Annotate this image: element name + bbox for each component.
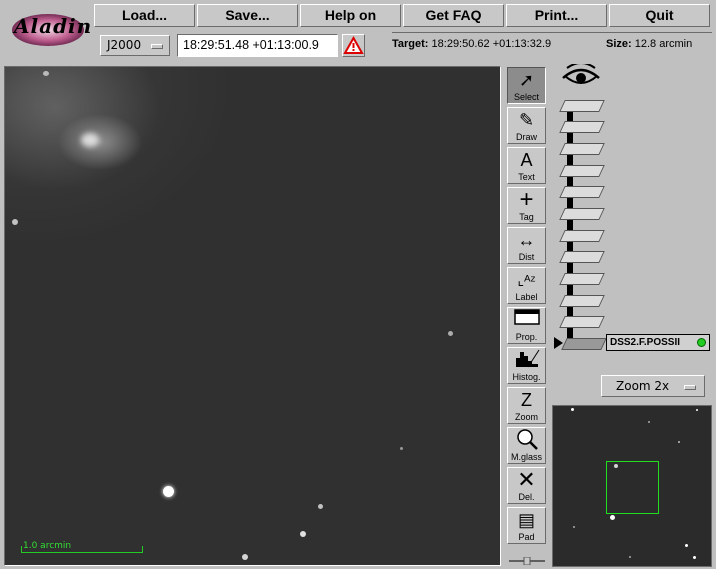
size-value: 12.8 arcmin (634, 38, 693, 50)
star (448, 331, 453, 336)
crosshair-icon: + (519, 186, 534, 213)
pad-tool[interactable]: ▤ Pad (507, 507, 546, 544)
transparency-slider[interactable] (509, 557, 545, 565)
star (318, 504, 323, 509)
zoom-overview[interactable] (552, 405, 712, 567)
distance-tool[interactable]: ↔ Dist (507, 227, 546, 264)
distance-icon: ↔ (517, 230, 536, 250)
delete-tool[interactable]: ✕ Del. (507, 467, 546, 504)
nebula-core (81, 133, 99, 147)
text-icon: A (520, 150, 533, 170)
star (12, 219, 18, 225)
empty-plane[interactable] (559, 230, 605, 242)
load-button[interactable]: Load... (94, 4, 195, 27)
empty-plane[interactable] (559, 251, 605, 263)
magnifier-tool[interactable]: M.glass (507, 427, 546, 464)
empty-plane[interactable] (559, 121, 605, 133)
star (629, 556, 631, 558)
text-tool[interactable]: A Text (507, 147, 546, 184)
select-tool[interactable]: ➚ Select (507, 67, 546, 104)
plane-name-label[interactable]: DSS2.F.POSSII (606, 334, 710, 351)
notepad-icon: ▤ (517, 510, 535, 530)
warning-button[interactable] (342, 34, 365, 57)
empty-plane[interactable] (559, 186, 605, 198)
plane-name: DSS2.F.POSSII (610, 337, 681, 348)
size-label: Size: (606, 38, 632, 50)
eye-icon[interactable] (561, 64, 601, 90)
tool-label: M.glass (510, 452, 542, 462)
star (573, 526, 575, 528)
star (648, 421, 650, 423)
target-info: Target: 18:29:50.62 +01:13:32.9 Size: 12… (392, 32, 712, 57)
tool-label: Del. (518, 492, 535, 502)
empty-plane[interactable] (559, 143, 605, 155)
histogram-tool[interactable]: Histog. (507, 347, 546, 384)
tag-tool[interactable]: + Tag (507, 187, 546, 224)
help-button[interactable]: Help on (300, 4, 401, 27)
star (685, 544, 688, 547)
tool-label: Prop. (515, 332, 538, 342)
tool-label: Tag (519, 212, 534, 222)
star (242, 554, 248, 560)
star (610, 515, 615, 520)
star (163, 486, 174, 497)
pencil-icon: ✎ (518, 110, 535, 130)
empty-plane[interactable] (559, 273, 605, 285)
zoom-value: Zoom 2x (616, 379, 670, 393)
star (43, 71, 49, 76)
star (693, 556, 696, 559)
magnifier-icon (508, 428, 545, 452)
zoom-viewport-rect[interactable] (606, 461, 659, 514)
quit-button[interactable]: Quit (609, 4, 710, 27)
tool-label: Dist (518, 252, 535, 262)
image-plane[interactable] (561, 338, 607, 350)
properties-tool[interactable]: Prop. (507, 307, 546, 344)
tool-label: Text (518, 172, 535, 182)
frame-value: J2000 (107, 38, 142, 52)
tool-label: Pad (518, 532, 535, 542)
print-button[interactable]: Print... (506, 4, 607, 27)
plane-status-icon (697, 338, 706, 347)
label-tool[interactable]: ⌞ᴬᶻ Label (507, 267, 546, 304)
scale-label: 1.0 arcmin (23, 541, 72, 551)
warning-icon (343, 35, 364, 54)
zoom-tool[interactable]: Z Zoom (507, 387, 546, 424)
frame-select[interactable]: J2000 (100, 35, 170, 56)
tool-label: Histog. (512, 372, 541, 382)
tool-label: Label (515, 292, 538, 302)
delete-icon: ✕ (517, 467, 536, 492)
tool-label: Draw (515, 132, 537, 142)
star (678, 441, 680, 443)
empty-plane[interactable] (559, 316, 605, 328)
logo-text: Aladin (14, 14, 93, 38)
zoom-select[interactable]: Zoom 2x (601, 375, 705, 397)
zoom-icon: Z (521, 390, 532, 410)
star (300, 531, 306, 537)
target-label: Target: (392, 38, 429, 50)
coordinates-input[interactable]: 18:29:51.48 +01:13:00.9 (177, 34, 338, 57)
save-button[interactable]: Save... (197, 4, 298, 27)
dropdown-icon (151, 44, 163, 49)
empty-plane[interactable] (559, 208, 605, 220)
histogram-icon (508, 348, 545, 372)
tool-label: Select (513, 92, 539, 102)
target-value: 18:29:50.62 +01:13:32.9 (431, 38, 552, 50)
empty-plane[interactable] (559, 100, 605, 112)
main-image-view[interactable]: 1.0 arcmin (4, 66, 501, 566)
draw-tool[interactable]: ✎ Draw (507, 107, 546, 144)
label-icon: ⌞ᴬᶻ (517, 272, 536, 288)
star (696, 409, 698, 411)
window-icon (508, 308, 545, 332)
aladin-logo: Aladin (8, 4, 93, 56)
arrow-icon: ➚ (518, 70, 535, 90)
star (571, 408, 574, 411)
tool-label: Zoom (514, 412, 538, 422)
dropdown-icon (684, 385, 696, 390)
current-plane-arrow-icon (554, 337, 563, 349)
empty-plane[interactable] (559, 165, 605, 177)
size-info: Size: 12.8 arcmin (606, 33, 692, 55)
empty-plane[interactable] (559, 295, 605, 307)
faq-button[interactable]: Get FAQ (403, 4, 504, 27)
star (400, 447, 403, 450)
